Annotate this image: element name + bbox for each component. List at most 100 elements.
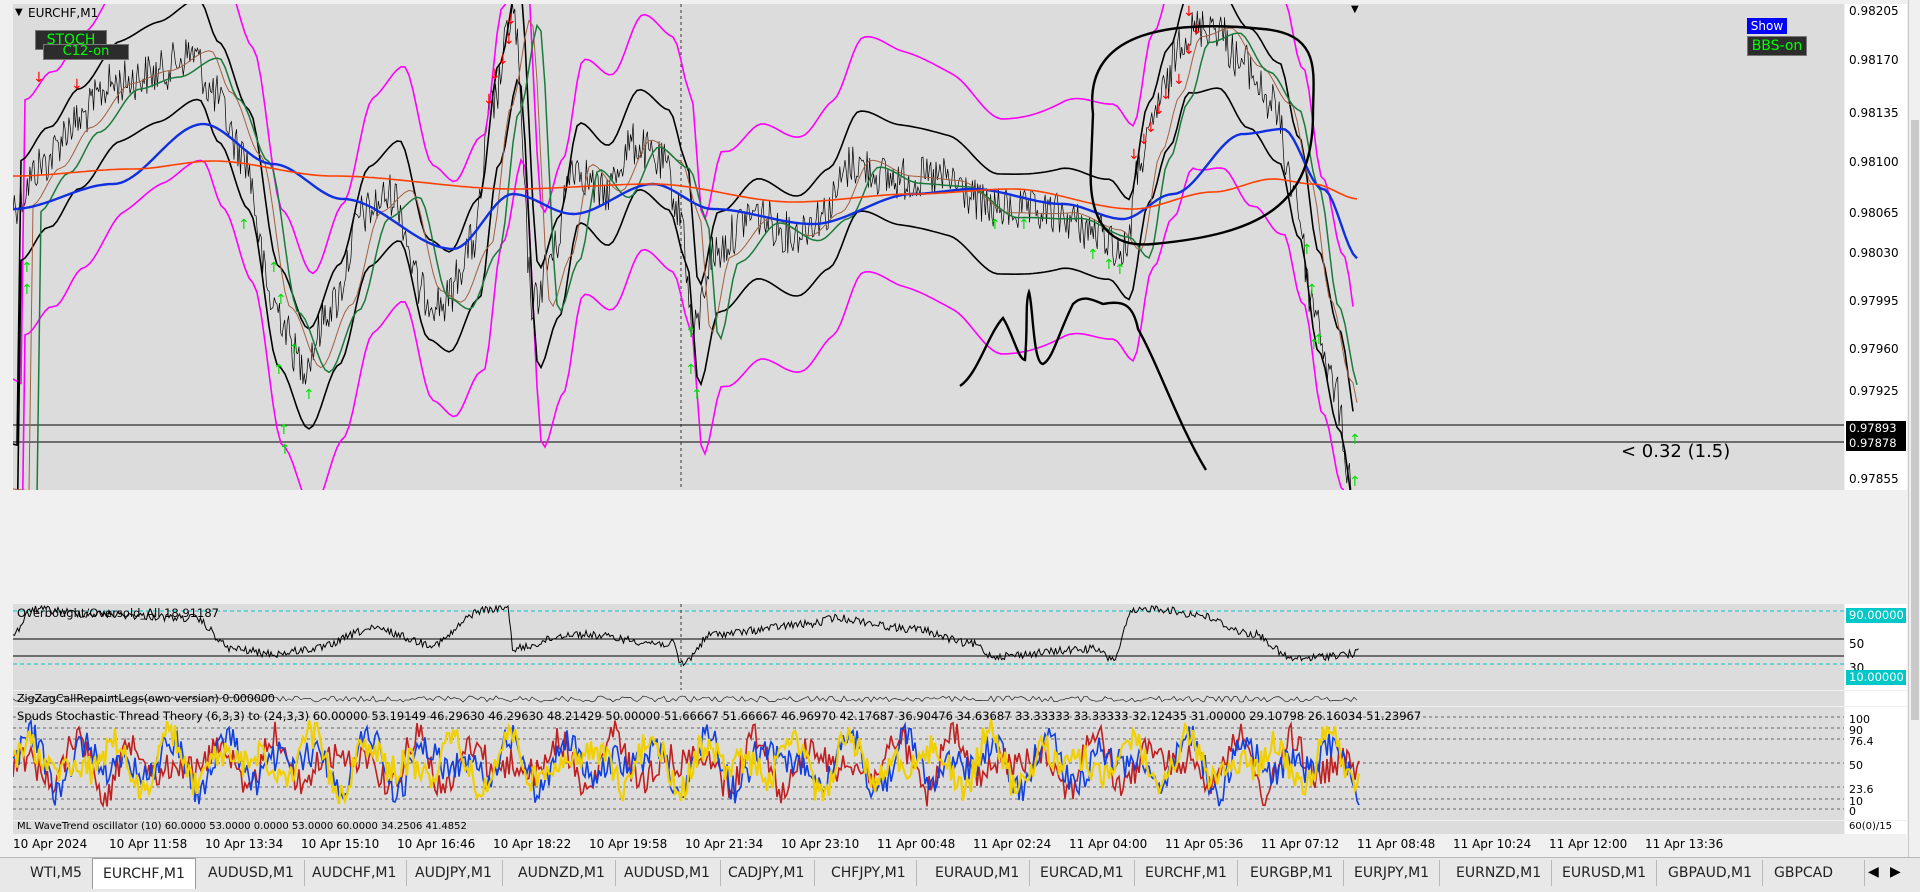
indicator4-axis: 60(0)/15 xyxy=(1845,821,1907,834)
time-tick: 10 Apr 15:10 xyxy=(301,837,380,851)
envelope-lower-line xyxy=(16,78,1351,490)
price-tick: 0.97995 xyxy=(1849,294,1899,308)
chart-symbol-title: EURCHF,M1 xyxy=(28,6,99,20)
up-arrow-marker: ↑ xyxy=(1313,332,1325,348)
up-arrow-marker: ↑ xyxy=(303,387,315,403)
down-arrow-marker: ↓ xyxy=(71,77,83,93)
bbs-toggle-button[interactable]: BBS-on xyxy=(1747,36,1807,56)
time-tick: 11 Apr 00:48 xyxy=(877,837,956,851)
main-price-axis[interactable]: 0.98205 0.98170 0.98135 0.98100 0.98065 … xyxy=(1845,4,1907,490)
tab-gbpaud-m1[interactable]: GBPAUD,M1 xyxy=(1658,860,1764,886)
up-arrow-marker: ↑ xyxy=(1349,432,1361,448)
oversold-level-label: 10.00000 xyxy=(1846,670,1906,685)
overbought-oversold-canvas[interactable] xyxy=(13,604,1844,690)
wavetrend-title: ML WaveTrend oscillator (10) 60.0000 53.… xyxy=(17,821,467,832)
zigzag-pane[interactable]: ZigZagCallRepaintLegs(own version) 0.000… xyxy=(13,691,1844,706)
time-tick: 10 Apr 13:34 xyxy=(205,837,284,851)
down-arrow-marker: ↓ xyxy=(483,92,495,108)
down-arrow-marker: ↓ xyxy=(503,32,515,48)
overbought-oversold-title: Overbought/Oversold_All 18.91187 xyxy=(17,606,219,620)
c12-toggle-button[interactable]: C12-on xyxy=(43,44,129,60)
price-annotation: < 0.32 (1.5) xyxy=(1621,441,1731,462)
up-arrow-marker: ↑ xyxy=(1306,282,1318,298)
zigzag-canvas[interactable] xyxy=(13,691,1844,706)
spuds-stochastic-title: Spuds Stochastic Thread Theory (6,3,3) t… xyxy=(17,709,1422,723)
tab-audnzd-m1[interactable]: AUDNZD,M1 xyxy=(508,860,616,886)
time-axis[interactable]: 10 Apr 2024 10 Apr 11:58 10 Apr 13:34 10… xyxy=(13,835,1844,853)
down-arrow-marker: ↓ xyxy=(1191,22,1203,38)
up-arrow-marker: ↑ xyxy=(1103,257,1115,273)
tab-eurgbp-m1[interactable]: EURGBP,M1 xyxy=(1240,860,1345,886)
tab-eurjpy-m1[interactable]: EURJPY,M1 xyxy=(1344,860,1441,886)
time-tick: 10 Apr 19:58 xyxy=(589,837,668,851)
ind3-tick: 0 xyxy=(1849,805,1856,818)
up-arrow-marker: ↑ xyxy=(989,217,1001,233)
collapse-triangle-down-icon[interactable]: ▼ xyxy=(15,7,23,18)
down-arrow-marker: ↓ xyxy=(1183,4,1195,20)
time-tick: 11 Apr 10:24 xyxy=(1453,837,1532,851)
main-chart-pane[interactable]: ↑ ↑ ↑ ↑ ↑ ↑ ↑ ↑ ↑ ↑ ↑ ↑ ↑ ↑ ↑ ↑ ↑ ↑ ↑ ↑ ↑ ↑ ↑ ↑ ↓ ↓ ↓ ↓ ↓ ↓ ↓ ↓ ↓ ↓ ↓ ↓ ↓ ↓ ↓ ↓… xyxy=(13,4,1844,490)
price-tick: 0.97960 xyxy=(1849,342,1899,356)
tab-audusd-m1-2[interactable]: AUDUSD,M1 xyxy=(614,860,721,886)
time-tick: 11 Apr 05:36 xyxy=(1165,837,1244,851)
wavetrend-pane[interactable]: ML WaveTrend oscillator (10) 60.0000 53.… xyxy=(13,821,1844,834)
spuds-stochastic-canvas[interactable] xyxy=(13,707,1844,820)
down-arrow-marker: ↓ xyxy=(1173,72,1185,88)
time-tick: 10 Apr 16:46 xyxy=(397,837,476,851)
bollinger-lower-line xyxy=(22,157,1345,490)
tabs-scroll-left-chevron-left-icon[interactable]: ◀ xyxy=(1868,864,1879,880)
up-arrow-marker: ↑ xyxy=(268,260,280,276)
price-tick: 0.98205 xyxy=(1849,4,1899,18)
scroll-marker-triangle-down-icon: ▼ xyxy=(1351,4,1359,15)
price-chart-canvas[interactable]: ↑↑↑↑↑↑↑↑↑↑↑↑↑↑ ↑↑↑ ↑↑↑↑↑↑↑↓ ↓↓↓↓↓↓↓↓↓↓↓↓↓↓↓ xyxy=(13,4,1844,490)
up-arrow-marker: ↑ xyxy=(685,362,697,378)
time-tick: 10 Apr 21:34 xyxy=(685,837,764,851)
tab-cadjpy-m1[interactable]: CADJPY,M1 xyxy=(718,860,816,886)
zigzag-title: ZigZagCallRepaintLegs(own version) 0.000… xyxy=(17,692,275,705)
up-arrow-marker: ↑ xyxy=(238,217,250,233)
up-arrow-marker: ↑ xyxy=(275,292,287,308)
tab-audchf-m1[interactable]: AUDCHF,M1 xyxy=(302,860,408,886)
ind4-tick: 60(0)/15 xyxy=(1849,821,1892,832)
price-level-label-1: 0.97893 xyxy=(1846,421,1906,436)
price-tick: 0.98135 xyxy=(1849,106,1899,120)
price-tick: 0.98170 xyxy=(1849,53,1899,67)
price-tick: 0.98100 xyxy=(1849,155,1899,169)
vertical-scrollbar[interactable] xyxy=(1908,0,1920,857)
price-tick: 0.98030 xyxy=(1849,246,1899,260)
hand-drawn-scribble xyxy=(959,288,1208,471)
down-arrow-marker: ↓ xyxy=(1128,147,1140,163)
tab-audusd-m1[interactable]: AUDUSD,M1 xyxy=(198,860,305,886)
spuds-stochastic-pane[interactable]: Spuds Stochastic Thread Theory (6,3,3) t… xyxy=(13,707,1844,820)
time-tick: 11 Apr 08:48 xyxy=(1357,837,1436,851)
up-arrow-marker: ↑ xyxy=(21,282,33,298)
down-arrow-marker: ↓ xyxy=(1160,87,1172,103)
tab-wti-m5[interactable]: WTI,M5 xyxy=(20,860,93,886)
up-arrow-marker: ↑ xyxy=(279,442,291,458)
tab-eurchf-m1-2[interactable]: EURCHF,M1 xyxy=(1135,860,1238,886)
tab-audjpy-m1[interactable]: AUDJPY,M1 xyxy=(405,860,503,886)
tab-eurcad-m1[interactable]: EURCAD,M1 xyxy=(1030,860,1135,886)
time-tick: 10 Apr 11:58 xyxy=(109,837,188,851)
overbought-oversold-pane[interactable]: Overbought/Oversold_All 18.91187 xyxy=(13,604,1844,690)
time-tick: 11 Apr 12:00 xyxy=(1549,837,1628,851)
up-arrow-marker: ↑ xyxy=(1301,242,1313,258)
tabs-scroll-right-chevron-right-icon[interactable]: ▶ xyxy=(1890,864,1901,880)
tab-gbpcad[interactable]: GBPCAD xyxy=(1764,860,1865,886)
show-button[interactable]: Show xyxy=(1747,18,1787,34)
ind3-tick: 76.4 xyxy=(1849,735,1874,748)
tab-eurnzd-m1[interactable]: EURNZD,M1 xyxy=(1446,860,1553,886)
tab-eurusd-m1[interactable]: EURUSD,M1 xyxy=(1552,860,1658,886)
indicator2-axis xyxy=(1845,691,1907,706)
scrollbar-thumb[interactable] xyxy=(1911,120,1919,720)
up-arrow-marker: ↑ xyxy=(21,260,33,276)
up-arrow-marker: ↑ xyxy=(1087,247,1099,263)
tab-euraud-m1[interactable]: EURAUD,M1 xyxy=(925,860,1031,886)
down-arrow-marker: ↓ xyxy=(1183,42,1195,58)
tab-chfjpy-m1[interactable]: CHFJPY,M1 xyxy=(821,860,917,886)
tab-eurchf-m1[interactable]: EURCHF,M1 xyxy=(92,858,196,889)
down-arrow-marker: ↓ xyxy=(33,70,45,86)
time-tick: 11 Apr 02:24 xyxy=(973,837,1052,851)
overbought-level-label: 90.00000 xyxy=(1846,608,1906,623)
time-tick: 10 Apr 18:22 xyxy=(493,837,572,851)
